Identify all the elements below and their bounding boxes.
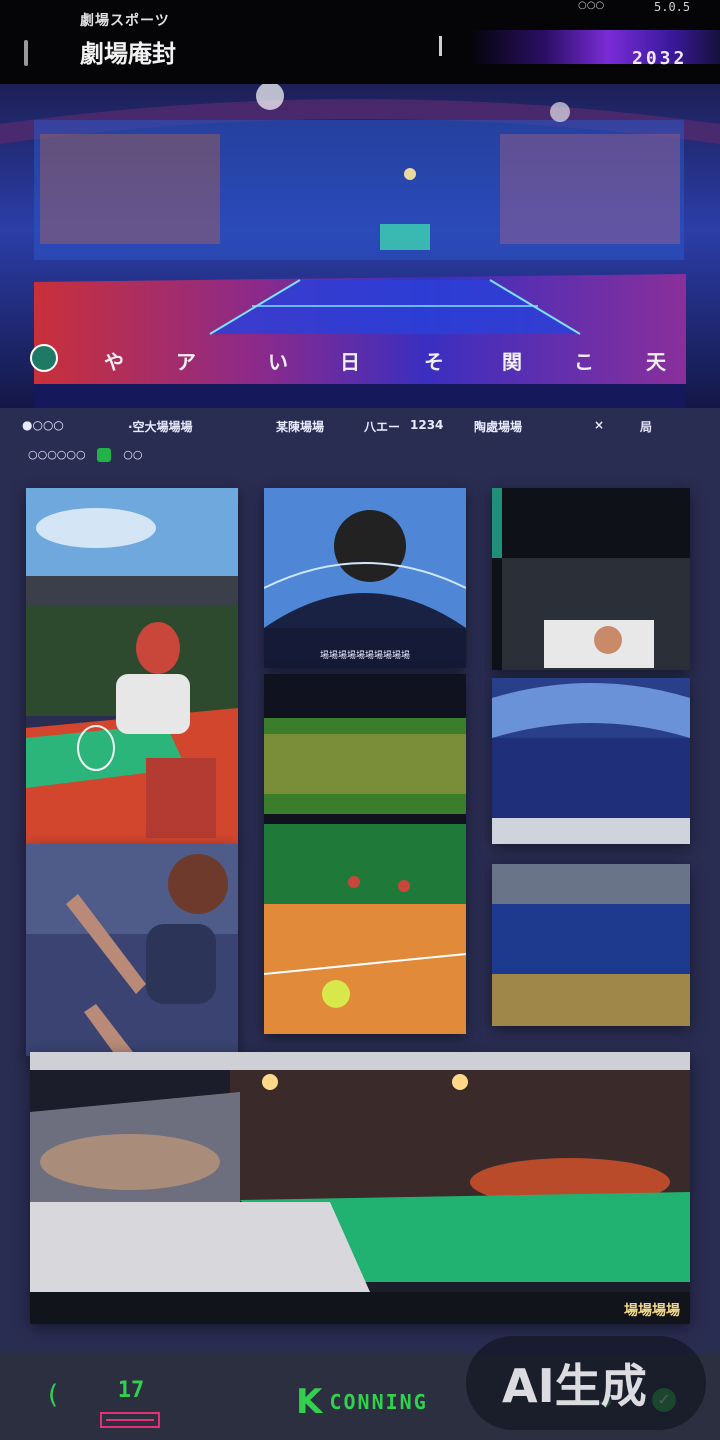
gallery-tile-podium[interactable] [492, 488, 690, 670]
info-subrow: ○○○○○○ ○○ [28, 448, 142, 468]
gallery-tile-court[interactable] [264, 674, 466, 1034]
info-item[interactable]: 1234 [410, 418, 443, 432]
info-item[interactable]: 八エー [364, 418, 400, 435]
logo-line1: 劇場スポーツ [80, 13, 170, 29]
hero-nav-item[interactable]: や [104, 346, 124, 375]
info-item[interactable]: 局 [640, 418, 652, 435]
tile-caption: 場場場場場場場場場場 [319, 651, 410, 661]
info-item: ●○○○ [22, 418, 64, 432]
divider [439, 36, 442, 56]
info-item[interactable]: 陶處場場 [474, 418, 522, 435]
gallery-tile-stadium-roof[interactable]: 場場場場場場場場場場 [264, 488, 466, 668]
info-item[interactable]: 某陳場場 [276, 418, 324, 435]
home-icon[interactable] [30, 344, 58, 372]
gallery-tile-player[interactable] [26, 488, 238, 844]
gallery-tile-athlete[interactable] [26, 844, 238, 1056]
status-icons: ○○○ [578, 0, 605, 11]
tile-image [26, 844, 238, 1056]
schedule-icon [100, 1412, 160, 1428]
tile-image [264, 674, 466, 1034]
hero-nav-item[interactable]: 天 [646, 346, 666, 375]
gallery-banner-highlight[interactable]: 場場場場 [30, 1052, 690, 1324]
ai-badge-label: AI生成 [502, 1359, 647, 1413]
banner-caption: 場場場場 [624, 1303, 680, 1319]
info-subrow-left: ○○○○○○ [28, 448, 86, 461]
tile-image [492, 864, 690, 1026]
info-item[interactable]: ·空大場場場 [128, 418, 193, 435]
coming-icon: K [296, 1382, 323, 1422]
tile-image [492, 488, 690, 670]
tile-image [264, 488, 466, 668]
hero-nav-item[interactable]: 関 [502, 346, 522, 375]
hero-nav-item[interactable]: そ [424, 346, 444, 375]
info-item[interactable]: × [594, 418, 604, 432]
live-badge-icon [97, 448, 112, 462]
hero-nav-item[interactable]: ア [176, 346, 196, 375]
logo-line2: 劇場庵封 [80, 39, 176, 68]
coming-button[interactable]: K CONNING [296, 1382, 428, 1422]
coming-label: CONNING [329, 1390, 428, 1414]
schedule-button[interactable]: 17 [100, 1378, 162, 1432]
year-label: 2032 [632, 48, 688, 69]
info-row: ●○○○ ·空大場場場 某陳場場 八エー 1234 陶處場場 × 局 [0, 414, 720, 438]
hero-nav-item[interactable]: 日 [340, 346, 360, 375]
gallery-tile-crowd[interactable] [492, 678, 690, 844]
ai-generated-badge: AI生成 [466, 1336, 706, 1430]
tile-image [26, 488, 238, 844]
app-logo: 劇場スポーツ 劇場庵封 [80, 10, 210, 68]
hero-nav-item[interactable]: い [268, 346, 288, 375]
back-icon[interactable] [24, 40, 28, 66]
gallery-tile-stands[interactable] [492, 864, 690, 1026]
schedule-number: 17 [117, 1378, 145, 1403]
info-subrow-right: ○○ [123, 448, 143, 461]
back-nav-icon[interactable]: ( [48, 1380, 58, 1410]
tile-image [30, 1052, 690, 1324]
status-time: 5.0.5 [654, 0, 691, 14]
tile-image [492, 678, 690, 844]
hero-nav-item[interactable]: こ [574, 346, 594, 375]
